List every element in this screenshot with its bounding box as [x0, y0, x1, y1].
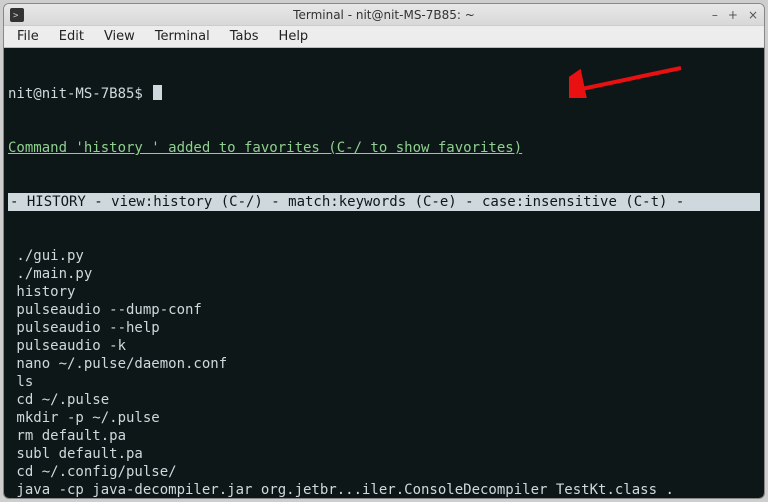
menubar: File Edit View Terminal Tabs Help: [4, 26, 764, 48]
menu-file[interactable]: File: [8, 27, 48, 46]
menu-edit[interactable]: Edit: [50, 27, 93, 46]
history-entry[interactable]: pulseaudio --help: [8, 319, 760, 337]
terminal-viewport[interactable]: nit@nit-MS-7B85$ Command 'history ' adde…: [4, 48, 764, 498]
history-list: ./gui.py ./main.py history pulseaudio --…: [8, 247, 760, 498]
hstr-status-bar: - HISTORY - view:history (C-/) - match:k…: [8, 193, 760, 211]
shell-prompt: nit@nit-MS-7B85$: [8, 86, 143, 102]
history-entry[interactable]: history: [8, 283, 760, 301]
favorites-message: Command 'history ' added to favorites (C…: [8, 139, 760, 157]
history-entry[interactable]: nano ~/.pulse/daemon.conf: [8, 355, 760, 373]
svg-text:>: >: [13, 11, 19, 21]
titlebar[interactable]: > Terminal - nit@nit-MS-7B85: ~ – + ×: [4, 4, 764, 26]
window-controls: – + ×: [712, 8, 758, 22]
menu-help[interactable]: Help: [270, 27, 318, 46]
maximize-button[interactable]: +: [728, 8, 738, 22]
history-entry[interactable]: rm default.pa: [8, 427, 760, 445]
history-entry[interactable]: pulseaudio --dump-conf: [8, 301, 760, 319]
history-entry[interactable]: ./gui.py: [8, 247, 760, 265]
history-entry[interactable]: java -cp java-decompiler.jar org.jetbr..…: [8, 481, 760, 498]
history-entry[interactable]: mkdir -p ~/.pulse: [8, 409, 760, 427]
history-entry[interactable]: ls: [8, 373, 760, 391]
history-entry[interactable]: ./main.py: [8, 265, 760, 283]
prompt-line: nit@nit-MS-7B85$: [8, 85, 760, 103]
close-button[interactable]: ×: [748, 8, 758, 22]
terminal-window: > Terminal - nit@nit-MS-7B85: ~ – + × Fi…: [3, 3, 765, 499]
cursor-block: [153, 85, 162, 100]
history-entry[interactable]: cd ~/.pulse: [8, 391, 760, 409]
minimize-button[interactable]: –: [712, 8, 718, 22]
history-entry[interactable]: pulseaudio -k: [8, 337, 760, 355]
menu-tabs[interactable]: Tabs: [221, 27, 268, 46]
terminal-app-icon: >: [10, 8, 24, 22]
menu-terminal[interactable]: Terminal: [146, 27, 219, 46]
history-entry[interactable]: subl default.pa: [8, 445, 760, 463]
window-title: Terminal - nit@nit-MS-7B85: ~: [293, 8, 475, 22]
history-entry[interactable]: cd ~/.config/pulse/: [8, 463, 760, 481]
menu-view[interactable]: View: [95, 27, 144, 46]
